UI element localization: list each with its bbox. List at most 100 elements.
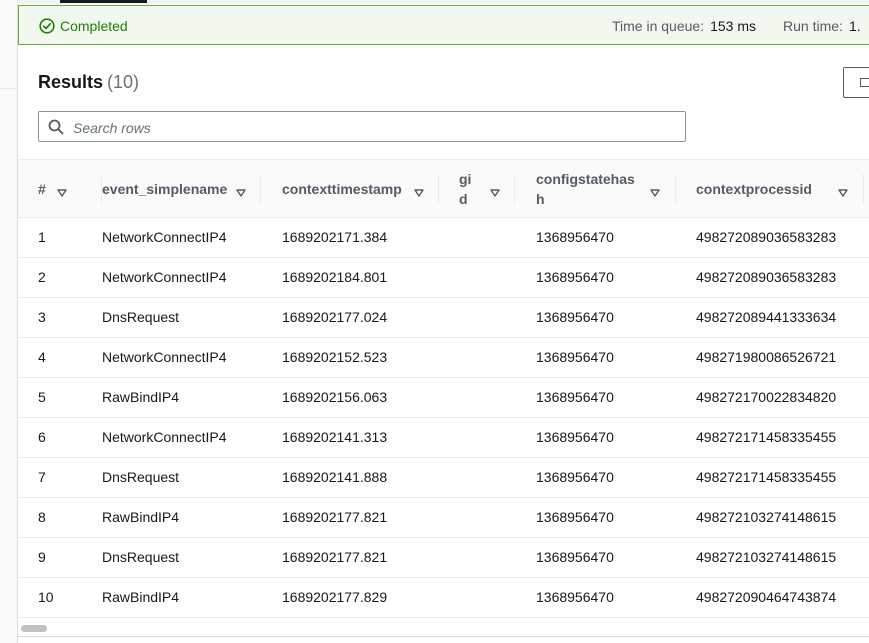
table-row[interactable]: 6 NetworkConnectIP4 1689202141.313 13689… [18, 418, 869, 458]
table-row[interactable]: 8 RawBindIP4 1689202177.821 1368956470 4… [18, 498, 869, 538]
check-circle-icon [39, 18, 55, 34]
column-header-contexttimestamp[interactable]: contexttimestamp [282, 160, 439, 218]
column-header-configstatehash[interactable]: configstatehas h [536, 160, 676, 218]
results-count: (10) [107, 72, 140, 92]
column-divider[interactable] [675, 174, 676, 204]
active-tab-indicator [60, 0, 147, 3]
search-input[interactable] [71, 115, 675, 140]
cell-index: 1 [38, 229, 46, 245]
cell-contextprocessid: 498272089441333634 [696, 309, 837, 325]
table-row[interactable]: 4 NetworkConnectIP4 1689202152.523 13689… [18, 338, 869, 378]
column-header-gid[interactable]: gi d [459, 160, 515, 218]
cell-index: 9 [38, 549, 46, 565]
cell-configstatehash: 1368956470 [536, 269, 614, 285]
sort-icon[interactable] [57, 184, 67, 202]
column-divider[interactable] [863, 174, 864, 204]
table-row[interactable]: 2 NetworkConnectIP4 1689202184.801 13689… [18, 258, 869, 298]
cell-index: 10 [38, 589, 54, 605]
cell-event-simplename: NetworkConnectIP4 [102, 349, 227, 365]
status-text: Completed [60, 18, 128, 34]
cell-index: 6 [38, 429, 46, 445]
table-row[interactable]: 1 NetworkConnectIP4 1689202171.384 13689… [18, 218, 869, 258]
table-row[interactable]: 7 DnsRequest 1689202141.888 1368956470 4… [18, 458, 869, 498]
sort-icon[interactable] [236, 184, 246, 202]
column-header-contextprocessid[interactable]: contextprocessid [696, 160, 864, 218]
column-header-label: gi d [459, 171, 472, 207]
cell-contexttimestamp: 1689202141.313 [282, 429, 388, 445]
column-header-event-simplename[interactable]: event_simplename [102, 160, 261, 218]
cell-contexttimestamp: 1689202141.888 [282, 469, 388, 485]
cell-contexttimestamp: 1689202177.821 [282, 549, 388, 565]
table-row[interactable]: 9 DnsRequest 1689202177.821 1368956470 4… [18, 538, 869, 578]
status-completed: Completed [39, 18, 128, 34]
cell-configstatehash: 1368956470 [536, 349, 614, 365]
cell-configstatehash: 1368956470 [536, 469, 614, 485]
queue-label: Time in queue: [612, 18, 705, 34]
column-divider[interactable] [438, 174, 439, 204]
cell-contextprocessid: 498272103274148615 [696, 509, 837, 525]
sort-icon[interactable] [414, 184, 424, 202]
cell-event-simplename: NetworkConnectIP4 [102, 229, 227, 245]
queue-value: 153 ms [710, 18, 757, 34]
divider [0, 88, 17, 89]
cell-index: 8 [38, 509, 46, 525]
cell-contexttimestamp: 1689202177.821 [282, 509, 388, 525]
run-stats: Time in queue: 153 ms Run time: 1. [612, 18, 861, 34]
cell-event-simplename: DnsRequest [102, 549, 180, 565]
runtime-value: 1. [848, 18, 861, 34]
cell-configstatehash: 1368956470 [536, 509, 614, 525]
cell-event-simplename: DnsRequest [102, 469, 180, 485]
cell-contexttimestamp: 1689202152.523 [282, 349, 388, 365]
cell-contextprocessid: 498272103274148615 [696, 549, 837, 565]
horizontal-scrollbar[interactable] [18, 620, 869, 643]
results-panel: Completed Time in queue: 153 ms Run time: 1… [17, 4, 869, 643]
table-row[interactable]: 5 RawBindIP4 1689202156.063 1368956470 4… [18, 378, 869, 418]
cell-configstatehash: 1368956470 [536, 589, 614, 605]
table-row[interactable]: 10 RawBindIP4 1689202177.829 1368956470 … [18, 578, 869, 618]
left-panel-edge [0, 0, 17, 643]
copy-button[interactable] [843, 67, 869, 98]
results-title: Results [38, 72, 104, 92]
copy-icon [860, 78, 869, 87]
cell-contexttimestamp: 1689202156.063 [282, 389, 388, 405]
divider [18, 636, 869, 637]
cell-event-simplename: NetworkConnectIP4 [102, 269, 227, 285]
cell-contextprocessid: 498271980086526721 [696, 349, 837, 365]
status-bar: Completed Time in queue: 153 ms Run time: 1… [18, 5, 869, 45]
column-divider[interactable] [514, 174, 515, 204]
column-header-label: event_simplename [102, 181, 228, 197]
column-header-label: contextprocessid [696, 181, 812, 197]
sort-icon[interactable] [490, 184, 500, 202]
column-divider[interactable] [260, 174, 261, 204]
sort-icon[interactable] [838, 184, 848, 202]
cell-event-simplename: DnsRequest [102, 309, 180, 325]
cell-contextprocessid: 498272171458335455 [696, 469, 837, 485]
scrollbar-thumb[interactable] [21, 625, 47, 632]
column-header-label: contexttimestamp [282, 181, 402, 197]
cell-contextprocessid: 498272170022834820 [696, 389, 837, 405]
runtime-label: Run time: [783, 18, 843, 34]
results-heading: Results (10) [38, 72, 139, 93]
cell-event-simplename: RawBindIP4 [102, 589, 180, 605]
sort-icon[interactable] [650, 184, 660, 202]
cell-contexttimestamp: 1689202184.801 [282, 269, 388, 285]
cell-contextprocessid: 498272089036583283 [696, 269, 837, 285]
cell-index: 5 [38, 389, 46, 405]
cell-contextprocessid: 498272089036583283 [696, 229, 837, 245]
search-box[interactable] [38, 111, 686, 142]
cell-contextprocessid: 498272171458335455 [696, 429, 837, 445]
cell-configstatehash: 1368956470 [536, 229, 614, 245]
cell-contexttimestamp: 1689202177.024 [282, 309, 388, 325]
table-header: # event_simplename contexttimestamp gi d… [18, 159, 869, 218]
cell-contextprocessid: 498272090464743874 [696, 589, 837, 605]
cell-event-simplename: RawBindIP4 [102, 389, 180, 405]
column-header-index[interactable]: # [38, 160, 102, 218]
column-header-label: configstatehas h [536, 171, 635, 207]
cell-index: 4 [38, 349, 46, 365]
cell-configstatehash: 1368956470 [536, 429, 614, 445]
cell-configstatehash: 1368956470 [536, 309, 614, 325]
cell-contexttimestamp: 1689202177.829 [282, 589, 388, 605]
search-icon [48, 119, 64, 140]
table-row[interactable]: 3 DnsRequest 1689202177.024 1368956470 4… [18, 298, 869, 338]
cell-event-simplename: RawBindIP4 [102, 509, 180, 525]
